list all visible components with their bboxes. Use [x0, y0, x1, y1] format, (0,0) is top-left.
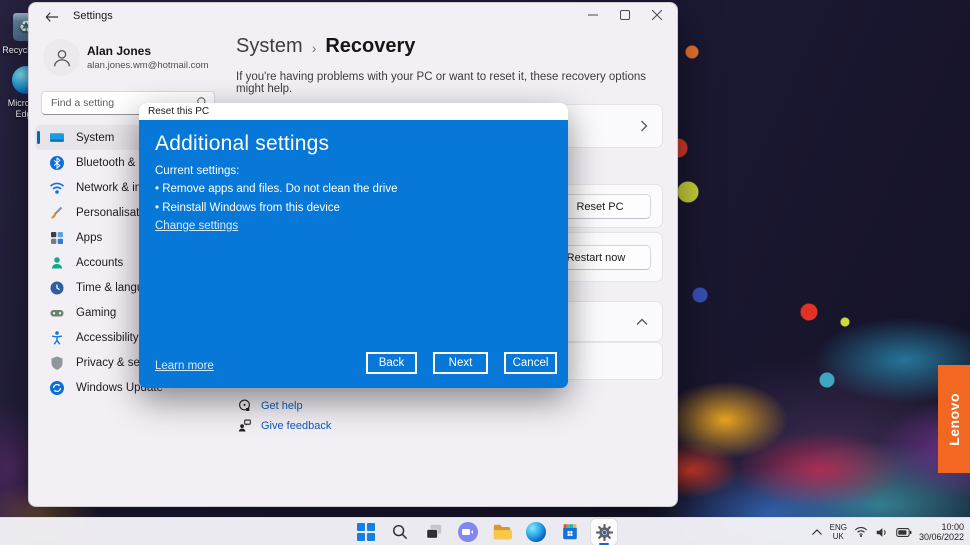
sidebar-item-label: Apps	[76, 231, 103, 244]
minimize-icon	[588, 14, 598, 16]
get-help-icon	[239, 399, 250, 411]
wifi-icon	[49, 182, 65, 194]
profile-name: Alan Jones	[87, 44, 152, 58]
tray-battery-button[interactable]	[896, 527, 912, 538]
battery-icon	[896, 527, 912, 537]
get-help-label: Get help	[261, 399, 303, 412]
paintbrush-icon	[51, 206, 63, 219]
dialog-title: Reset this PC	[148, 106, 210, 117]
clock-time: 10:00	[941, 521, 964, 532]
close-button[interactable]	[641, 5, 673, 25]
page-title: Recovery	[325, 35, 416, 57]
dialog-next-button[interactable]: Next	[433, 352, 488, 374]
window-titlebar: Settings	[29, 3, 677, 29]
system-tray: ENG UK 10:00 30/06/2022	[811, 518, 964, 545]
dialog-heading: Additional settings	[155, 132, 330, 155]
learn-more-link[interactable]: Learn more	[155, 360, 214, 372]
taskbar-file-explorer-button[interactable]	[489, 519, 515, 545]
give-feedback-label: Give feedback	[261, 419, 332, 432]
windows-logo-icon	[357, 523, 375, 541]
update-icon	[50, 380, 64, 395]
taskbar-search-button[interactable]	[387, 519, 413, 545]
search-icon	[392, 524, 408, 540]
sidebar-item-label: Gaming	[76, 306, 117, 319]
tray-chevron-up-button[interactable]	[811, 528, 823, 537]
screen: ♻ Recycle Bin Microsoft Edge Lenovo Sett…	[0, 0, 970, 545]
sidebar-item-label: System	[76, 131, 115, 144]
dialog-cancel-button[interactable]: Cancel	[504, 352, 557, 374]
tray-wifi-button[interactable]	[854, 526, 868, 538]
person-icon	[53, 49, 70, 66]
shield-icon	[51, 356, 63, 370]
back-arrow-icon	[45, 12, 59, 22]
chevron-up-icon	[636, 318, 648, 325]
bluetooth-icon	[50, 155, 64, 170]
setting-bullet: Reinstall Windows from this device	[155, 202, 340, 214]
system-icon	[50, 132, 64, 142]
chat-icon	[458, 522, 478, 542]
breadcrumb: System › Recovery	[236, 35, 415, 58]
clock-date: 30/06/2022	[918, 532, 964, 542]
taskbar-store-button[interactable]	[557, 519, 583, 545]
dialog-back-button[interactable]: Back	[366, 352, 417, 374]
language-line1: ENG	[829, 523, 847, 532]
setting-bullet: Remove apps and files. Do not clean the …	[155, 183, 397, 195]
clock[interactable]: 10:00 30/06/2022	[919, 522, 964, 543]
store-icon	[563, 524, 577, 540]
gamepad-icon	[50, 309, 64, 316]
page-description: If you're having problems with your PC o…	[236, 71, 646, 95]
chevron-right-icon	[641, 120, 648, 132]
reset-pc-dialog: Reset this PC Additional settings Curren…	[139, 103, 568, 388]
give-feedback-icon	[238, 419, 251, 432]
speaker-icon	[876, 527, 886, 537]
taskbar-chat-button[interactable]	[455, 519, 481, 545]
profile-email: alan.jones.wm@hotmail.com	[87, 60, 209, 71]
lenovo-badge: Lenovo	[938, 365, 970, 473]
get-help-link[interactable]: Get help	[237, 398, 303, 413]
breadcrumb-separator-icon: ›	[311, 39, 317, 56]
gear-icon	[595, 523, 613, 541]
lenovo-badge-text: Lenovo	[946, 392, 962, 446]
dialog-body: Additional settings Current settings: Re…	[139, 120, 568, 388]
chevron-up-icon	[811, 528, 822, 535]
wifi-icon	[854, 526, 868, 537]
maximize-icon	[620, 10, 630, 20]
task-view-icon	[426, 524, 442, 539]
dialog-titlebar[interactable]: Reset this PC	[139, 103, 568, 120]
maximize-button[interactable]	[609, 5, 641, 25]
language-line2: UK	[832, 532, 844, 541]
window-title: Settings	[73, 10, 113, 22]
change-settings-link[interactable]: Change settings	[155, 220, 238, 232]
current-settings-label: Current settings:	[155, 165, 240, 177]
accounts-icon	[51, 256, 63, 268]
file-explorer-icon	[493, 524, 512, 540]
minimize-button[interactable]	[577, 5, 609, 25]
tray-volume-button[interactable]	[875, 526, 889, 539]
edge-icon	[526, 522, 546, 542]
taskbar: ENG UK 10:00 30/06/2022	[0, 517, 970, 545]
sidebar-item-label: Accounts	[76, 256, 124, 269]
sidebar-item-label: Accessibility	[76, 331, 139, 344]
breadcrumb-system[interactable]: System	[236, 35, 303, 58]
back-button[interactable]	[41, 8, 63, 26]
taskbar-task-view-button[interactable]	[421, 519, 447, 545]
avatar[interactable]	[43, 39, 80, 76]
language-indicator[interactable]: ENG UK	[830, 523, 847, 541]
taskbar-start-button[interactable]	[353, 519, 379, 545]
close-icon	[652, 10, 662, 20]
give-feedback-link[interactable]: Give feedback	[237, 418, 331, 433]
taskbar-edge-button[interactable]	[523, 519, 549, 545]
clock-icon	[50, 281, 64, 294]
taskbar-settings-button[interactable]	[591, 519, 617, 545]
accessibility-icon	[51, 330, 63, 345]
apps-icon	[51, 231, 63, 244]
